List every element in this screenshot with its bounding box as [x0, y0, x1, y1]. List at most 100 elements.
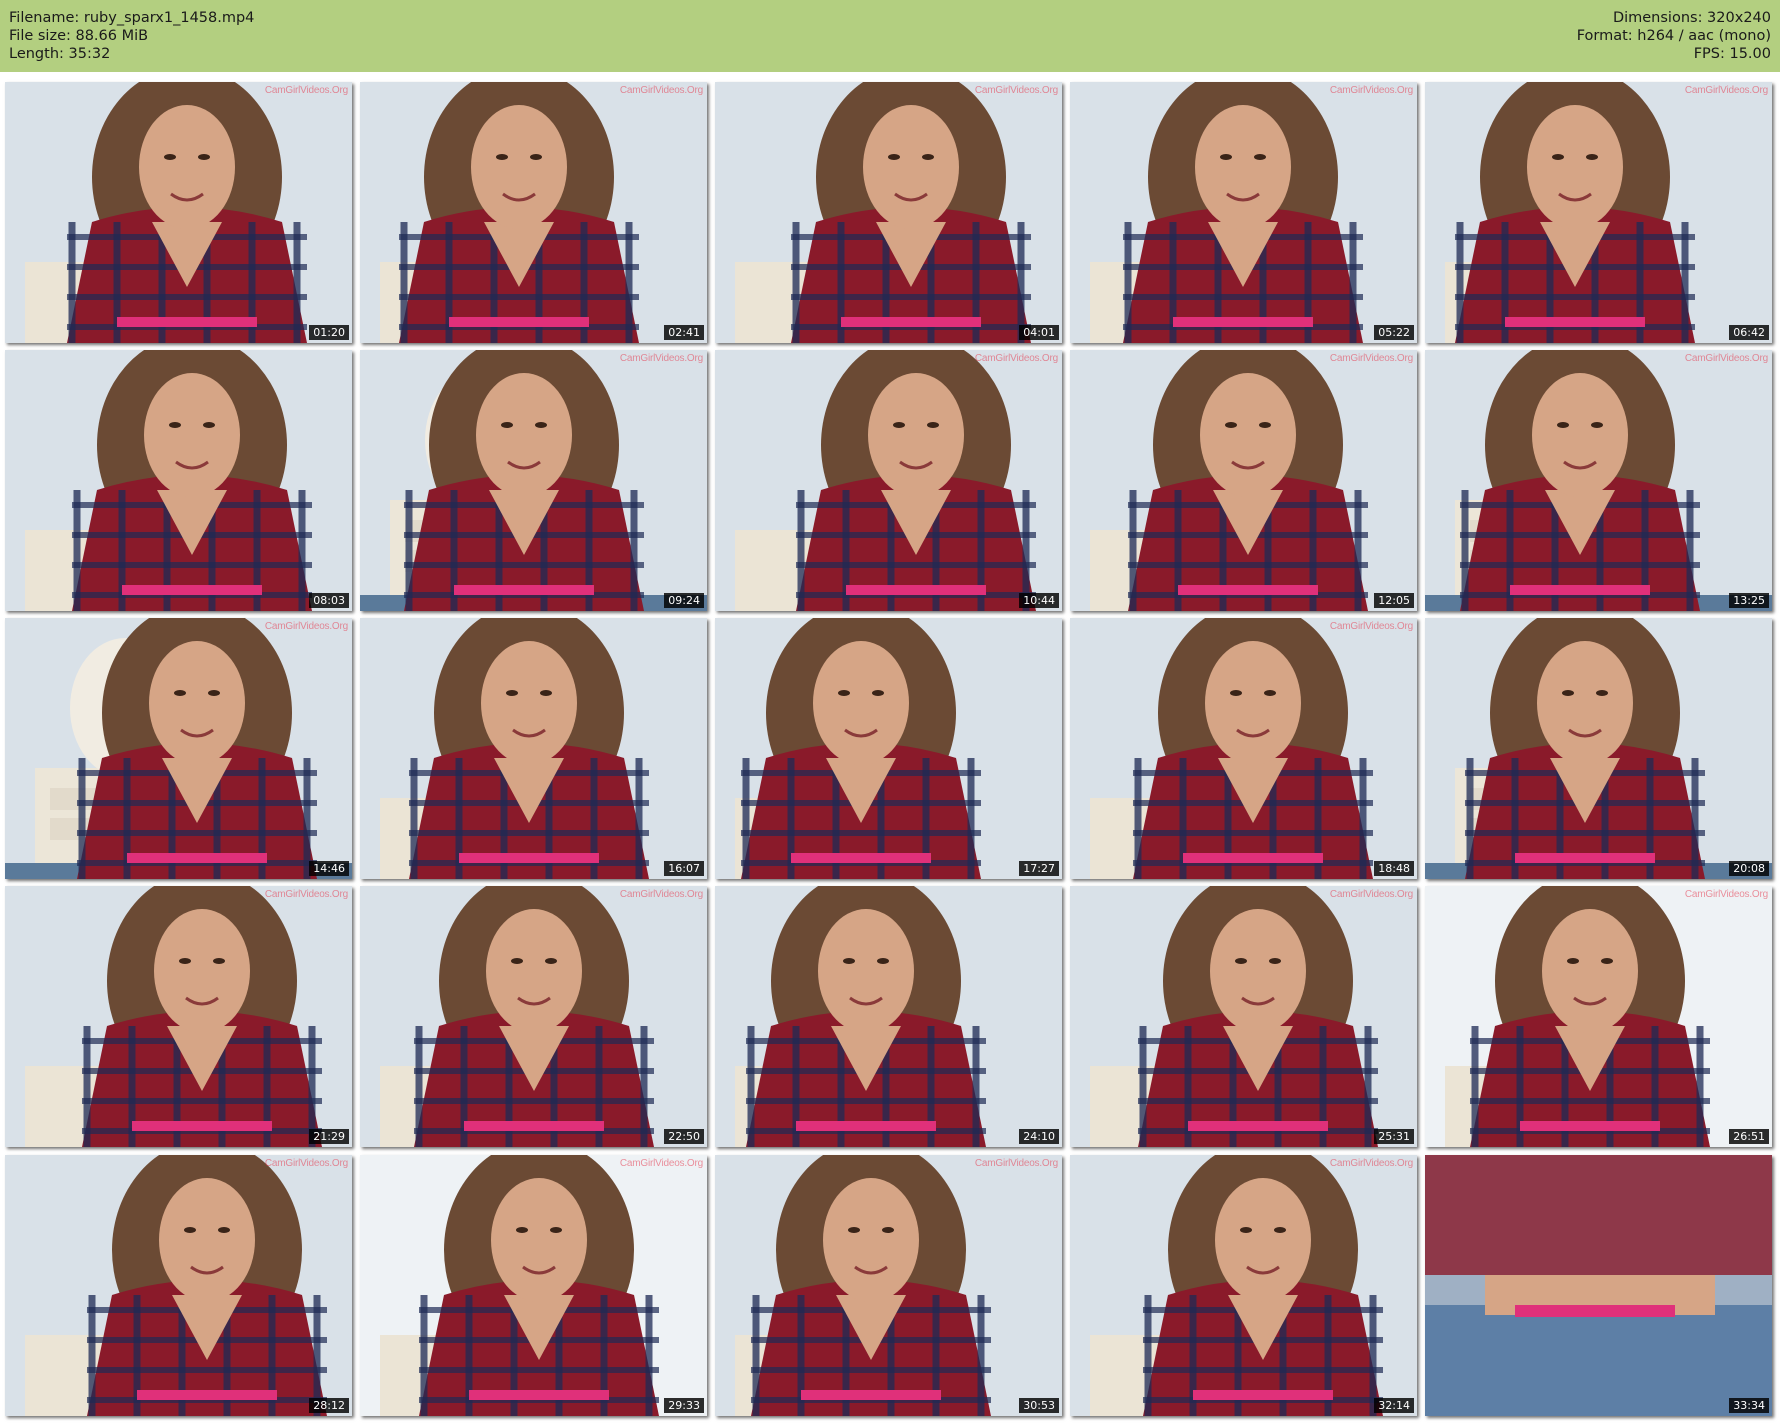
video-thumbnail: CamGirlVideos.Org 01:20: [5, 82, 352, 343]
watermark-logo: CamGirlVideos.Org: [619, 1158, 703, 1169]
timestamp-label: 22:50: [664, 1129, 704, 1144]
timestamp-label: 06:42: [1729, 325, 1769, 340]
video-frame-image: [715, 82, 1062, 343]
watermark-logo: CamGirlVideos.Org: [1329, 621, 1413, 632]
timestamp-label: 32:14: [1374, 1398, 1414, 1413]
video-thumbnail: CamGirlVideos.Org 32:14: [1070, 1155, 1417, 1416]
video-thumbnail: CamGirlVideos.Org 13:25: [1425, 350, 1772, 611]
video-frame-image: [5, 1155, 352, 1416]
watermark-logo: CamGirlVideos.Org: [264, 1158, 348, 1169]
video-thumbnail: CamGirlVideos.Org 29:33: [360, 1155, 707, 1416]
video-thumbnail: 24:10: [715, 886, 1062, 1147]
video-frame-image: [360, 82, 707, 343]
timestamp-label: 18:48: [1374, 861, 1414, 876]
timestamp-label: 24:10: [1019, 1129, 1059, 1144]
length-text: Length: 35:32: [9, 46, 111, 62]
video-thumbnail: CamGirlVideos.Org 10:44: [715, 350, 1062, 611]
timestamp-label: 12:05: [1374, 593, 1414, 608]
video-frame-image: [1425, 350, 1772, 611]
video-frame-image: [1070, 886, 1417, 1147]
video-frame-image: [1070, 618, 1417, 879]
video-thumbnail: 20:08: [1425, 618, 1772, 879]
video-frame-image: [715, 1155, 1062, 1416]
file-info: Filename: ruby_sparx1_1458.mp4 File size…: [9, 9, 254, 63]
video-thumbnail: CamGirlVideos.Org 02:41: [360, 82, 707, 343]
video-frame-image: [360, 618, 707, 879]
fps-text: FPS: 15.00: [1693, 46, 1771, 62]
video-thumbnail: CamGirlVideos.Org 28:12: [5, 1155, 352, 1416]
timestamp-label: 20:08: [1729, 861, 1769, 876]
timestamp-label: 26:51: [1729, 1129, 1769, 1144]
video-frame-image: [715, 886, 1062, 1147]
video-frame-image: [360, 886, 707, 1147]
timestamp-label: 16:07: [664, 861, 704, 876]
stream-info: Dimensions: 320x240 Format: h264 / aac (…: [1577, 9, 1771, 63]
timestamp-label: 28:12: [309, 1398, 349, 1413]
video-thumbnail: 33:34: [1425, 1155, 1772, 1416]
timestamp-label: 21:29: [309, 1129, 349, 1144]
video-thumbnail: CamGirlVideos.Org 05:22: [1070, 82, 1417, 343]
video-frame-image: [360, 350, 707, 611]
video-thumbnail: CamGirlVideos.Org 30:53: [715, 1155, 1062, 1416]
video-thumbnail: CamGirlVideos.Org 09:24: [360, 350, 707, 611]
timestamp-label: 14:46: [309, 861, 349, 876]
dimensions-text: Dimensions: 320x240: [1612, 10, 1771, 26]
video-frame-image: [1425, 82, 1772, 343]
video-frame-image: [5, 82, 352, 343]
timestamp-label: 30:53: [1019, 1398, 1059, 1413]
video-thumbnail: CamGirlVideos.Org 21:29: [5, 886, 352, 1147]
info-header: Filename: ruby_sparx1_1458.mp4 File size…: [0, 0, 1780, 72]
video-frame-image: [360, 1155, 707, 1416]
watermark-logo: CamGirlVideos.Org: [619, 889, 703, 900]
video-frame-image: [715, 350, 1062, 611]
timestamp-label: 25:31: [1374, 1129, 1414, 1144]
video-thumbnail: CamGirlVideos.Org 14:46: [5, 618, 352, 879]
video-thumbnail: 17:27: [715, 618, 1062, 879]
timestamp-label: 33:34: [1729, 1398, 1769, 1413]
timestamp-label: 17:27: [1019, 861, 1059, 876]
watermark-logo: CamGirlVideos.Org: [974, 1158, 1058, 1169]
video-thumbnail: CamGirlVideos.Org 12:05: [1070, 350, 1417, 611]
video-frame-image: [5, 350, 352, 611]
watermark-logo: CamGirlVideos.Org: [619, 353, 703, 364]
watermark-logo: CamGirlVideos.Org: [1329, 85, 1413, 96]
video-frame-image: [1070, 1155, 1417, 1416]
watermark-logo: CamGirlVideos.Org: [974, 85, 1058, 96]
watermark-logo: CamGirlVideos.Org: [264, 621, 348, 632]
timestamp-label: 13:25: [1729, 593, 1769, 608]
video-frame-image: [1070, 350, 1417, 611]
timestamp-label: 02:41: [664, 325, 704, 340]
watermark-logo: CamGirlVideos.Org: [619, 85, 703, 96]
video-thumbnail: CamGirlVideos.Org 22:50: [360, 886, 707, 1147]
timestamp-label: 08:03: [309, 593, 349, 608]
timestamp-label: 01:20: [309, 325, 349, 340]
watermark-logo: CamGirlVideos.Org: [1329, 1158, 1413, 1169]
video-thumbnail: 08:03: [5, 350, 352, 611]
video-frame-image: [5, 618, 352, 879]
watermark-logo: CamGirlVideos.Org: [1684, 353, 1768, 364]
video-frame-image: [1425, 618, 1772, 879]
watermark-logo: CamGirlVideos.Org: [1329, 353, 1413, 364]
video-thumbnail: CamGirlVideos.Org 18:48: [1070, 618, 1417, 879]
video-thumbnail: CamGirlVideos.Org 04:01: [715, 82, 1062, 343]
video-frame-image: [715, 618, 1062, 879]
watermark-logo: CamGirlVideos.Org: [974, 353, 1058, 364]
video-frame-image: [5, 886, 352, 1147]
video-thumbnail: CamGirlVideos.Org 06:42: [1425, 82, 1772, 343]
timestamp-label: 10:44: [1019, 593, 1059, 608]
watermark-logo: CamGirlVideos.Org: [1329, 889, 1413, 900]
video-thumbnail: CamGirlVideos.Org 26:51: [1425, 886, 1772, 1147]
video-frame-image: [1070, 82, 1417, 343]
filesize-text: File size: 88.66 MiB: [9, 28, 149, 44]
watermark-logo: CamGirlVideos.Org: [1684, 889, 1768, 900]
timestamp-label: 09:24: [664, 593, 704, 608]
video-frame-image: [1425, 886, 1772, 1147]
watermark-logo: CamGirlVideos.Org: [1684, 85, 1768, 96]
timestamp-label: 05:22: [1374, 325, 1414, 340]
video-frame-image: [1425, 1155, 1772, 1416]
video-thumbnail: CamGirlVideos.Org 25:31: [1070, 886, 1417, 1147]
watermark-logo: CamGirlVideos.Org: [264, 85, 348, 96]
video-thumbnail: 16:07: [360, 618, 707, 879]
watermark-logo: CamGirlVideos.Org: [264, 889, 348, 900]
timestamp-label: 04:01: [1019, 325, 1059, 340]
